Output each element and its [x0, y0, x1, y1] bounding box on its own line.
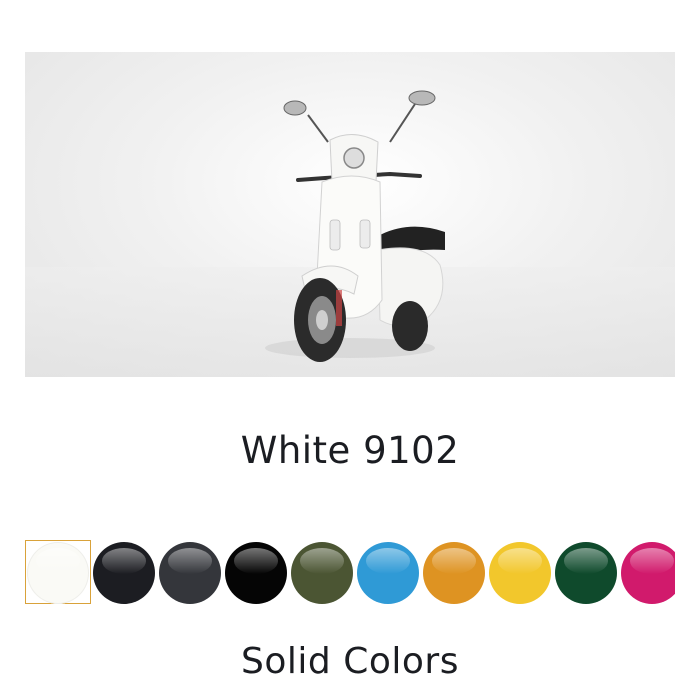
- swatch-gloss: [101, 548, 147, 575]
- color-swatch-row: [25, 540, 675, 606]
- swatch-black-2[interactable]: [225, 542, 287, 604]
- swatch-gloss: [299, 548, 345, 575]
- color-category-label: Solid Colors: [241, 641, 459, 682]
- swatch-gloss: [497, 548, 543, 575]
- swatch-magenta[interactable]: [621, 542, 675, 604]
- swatch-gloss: [365, 548, 411, 575]
- swatch-olive-green[interactable]: [291, 542, 353, 604]
- swatch-sky-blue[interactable]: [357, 542, 419, 604]
- scooter-image: [25, 52, 675, 377]
- swatch-yellow[interactable]: [489, 542, 551, 604]
- swatch-black-1[interactable]: [93, 542, 155, 604]
- swatch-forest-green[interactable]: [555, 542, 617, 604]
- swatch-gloss: [167, 548, 213, 575]
- selected-color-name: White 9102: [240, 429, 460, 472]
- swatch-gloss: [35, 548, 81, 575]
- swatch-gloss: [629, 548, 675, 575]
- swatch-white[interactable]: [27, 542, 89, 604]
- swatch-dark-gray[interactable]: [159, 542, 221, 604]
- swatch-amber[interactable]: [423, 542, 485, 604]
- swatch-gloss: [563, 548, 609, 575]
- color-picker-page: White 9102 Solid Colors: [0, 0, 700, 700]
- swatch-gloss: [431, 548, 477, 575]
- scooter-illustration: [265, 90, 445, 362]
- swatch-gloss: [233, 548, 279, 575]
